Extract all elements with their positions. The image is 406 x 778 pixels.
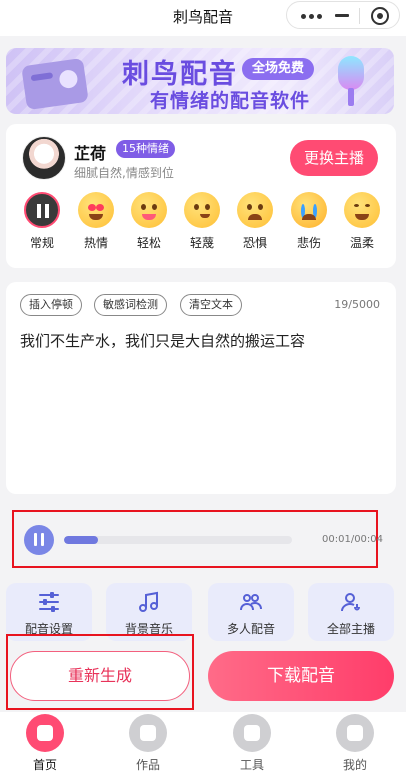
- anchor-description: 细腻自然,情感到位: [74, 166, 174, 180]
- tab-home[interactable]: 首页: [5, 712, 85, 773]
- multi-voice-button[interactable]: 多人配音: [208, 583, 294, 641]
- text-editor-card: 插入停顿 敏感词检测 清空文本 19/5000 我们不生产水，我们只是大自然的搬…: [6, 282, 396, 494]
- script-textarea[interactable]: 我们不生产水，我们只是大自然的搬运工容: [20, 330, 305, 351]
- promo-banner[interactable]: 刺鸟配音 全场免费 有情绪的配音软件: [6, 48, 394, 114]
- emotion-label: 热情: [83, 236, 108, 250]
- works-icon: [129, 714, 167, 752]
- emotion-item-sad[interactable]: 悲伤: [284, 192, 334, 251]
- heart-eyes-face-icon: [78, 192, 114, 228]
- tab-profile[interactable]: 我的: [315, 712, 395, 773]
- tools-grid-icon: [233, 714, 271, 752]
- smirk-face-icon: [184, 192, 220, 228]
- audio-player: 00:01/00:04: [12, 510, 383, 568]
- emotion-item-relaxed[interactable]: 轻松: [124, 192, 174, 251]
- emotion-label: 轻蔑: [189, 236, 214, 250]
- people-icon: [240, 594, 262, 611]
- emotion-item-normal[interactable]: 常规: [17, 192, 67, 251]
- microphone-stand: [348, 88, 354, 106]
- progress-track[interactable]: [64, 536, 292, 544]
- voice-settings-button[interactable]: 配音设置: [6, 583, 92, 641]
- title-bar: 刺鸟配音: [0, 0, 406, 36]
- emotion-list: 常规 热情 轻松 轻蔑 恐惧 悲伤 温柔: [6, 192, 396, 262]
- anchor-card: 芷荷 15种情绪 细腻自然,情感到位 更换主播 常规 热情 轻松 轻蔑 恐惧 悲…: [6, 124, 396, 268]
- anchor-name: 芷荷: [74, 144, 107, 163]
- profile-icon: [336, 714, 374, 752]
- pause-face-icon: [24, 192, 60, 228]
- home-bird-icon: [26, 714, 64, 752]
- sliders-icon: [39, 592, 59, 612]
- sensitive-word-check-button[interactable]: 敏感词检测: [94, 294, 167, 316]
- capsule-divider: [359, 8, 360, 24]
- tool-label: 全部主播: [326, 622, 375, 636]
- tab-works[interactable]: 作品: [108, 712, 188, 773]
- progress-fill: [64, 536, 99, 544]
- tab-label: 首页: [32, 758, 57, 772]
- crying-face-icon: [291, 192, 327, 228]
- emotion-item-fear[interactable]: 恐惧: [230, 192, 280, 251]
- radio-illustration-icon: [21, 57, 89, 111]
- playback-time: 00:01/00:04: [322, 534, 384, 545]
- emotion-item-contempt[interactable]: 轻蔑: [177, 192, 227, 251]
- emotion-label: 温柔: [349, 236, 374, 250]
- tab-tools[interactable]: 工具: [212, 712, 292, 773]
- fearful-face-icon: [237, 192, 273, 228]
- all-anchors-button[interactable]: 全部主播: [308, 583, 394, 641]
- minimize-icon[interactable]: [335, 14, 349, 17]
- switch-anchor-button[interactable]: 更换主播: [290, 140, 378, 176]
- emotion-label: 常规: [29, 236, 54, 250]
- emotion-count-badge: 15种情绪: [116, 140, 175, 158]
- insert-pause-button[interactable]: 插入停顿: [20, 294, 82, 316]
- anchor-avatar[interactable]: [22, 136, 66, 180]
- clear-text-button[interactable]: 清空文本: [180, 294, 242, 316]
- music-note-icon: [139, 591, 158, 612]
- more-icon[interactable]: [297, 6, 327, 26]
- microphone-illustration-icon: [338, 56, 364, 90]
- banner-slogan: 有情绪的配音软件: [150, 90, 311, 112]
- tongue-face-icon: [131, 192, 167, 228]
- emotion-label: 轻松: [136, 236, 161, 250]
- tab-label: 我的: [342, 758, 367, 772]
- regenerate-button[interactable]: 重新生成: [10, 651, 190, 701]
- miniapp-capsule: [286, 1, 400, 29]
- smiling-face-icon: [344, 192, 380, 228]
- voice-user-icon: [341, 593, 360, 612]
- bottom-tab-bar: 首页 作品 工具 我的: [0, 712, 406, 778]
- emotion-item-gentle[interactable]: 温柔: [337, 192, 387, 251]
- download-audio-button[interactable]: 下载配音: [208, 651, 394, 701]
- character-counter: 19/5000: [334, 298, 380, 311]
- tab-label: 作品: [135, 758, 160, 772]
- emotion-item-passion[interactable]: 热情: [71, 192, 121, 251]
- background-music-button[interactable]: 背景音乐: [106, 583, 192, 641]
- close-target-icon[interactable]: [371, 7, 389, 25]
- tool-label: 多人配音: [226, 622, 275, 636]
- emotion-label: 恐惧: [242, 236, 267, 250]
- banner-free-tag: 全场免费: [242, 58, 315, 80]
- tab-label: 工具: [239, 758, 264, 772]
- emotion-label: 悲伤: [296, 236, 321, 250]
- pause-button[interactable]: [24, 525, 54, 555]
